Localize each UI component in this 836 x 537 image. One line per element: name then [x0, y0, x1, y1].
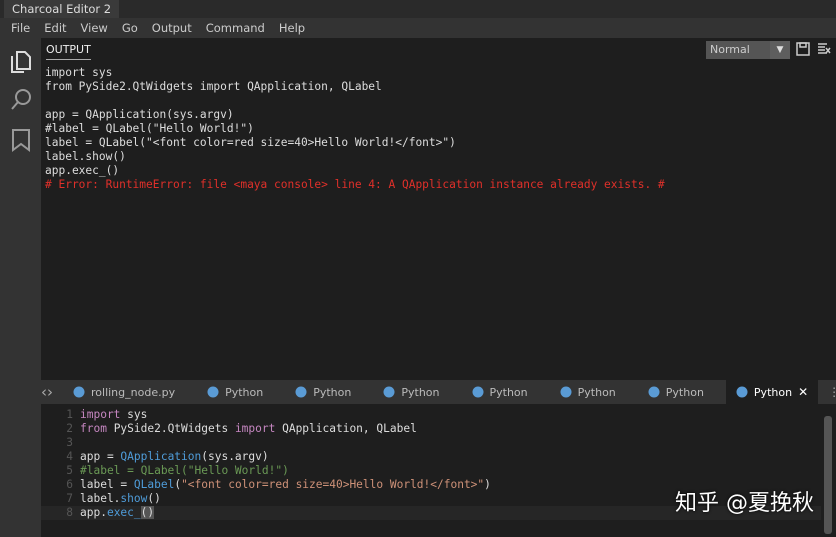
tab-label: Python — [577, 385, 616, 399]
tab-python[interactable]: Python — [285, 380, 361, 404]
tab-python-active[interactable]: Python ✕ — [725, 380, 819, 404]
python-icon — [736, 386, 748, 398]
output-line: label.show() — [45, 150, 126, 163]
code-line: from PySide2.QtWidgets import QApplicati… — [80, 422, 417, 435]
code-line: app = QApplication(sys.argv) — [80, 450, 269, 463]
menu-help[interactable]: Help — [279, 21, 305, 35]
output-line: app.exec_() — [45, 164, 120, 177]
tab-label: rolling_node.py — [91, 385, 176, 399]
error-message: # Error: RuntimeError: file <maya consol… — [45, 178, 665, 191]
tab-python[interactable]: Python — [550, 380, 626, 404]
tab-rolling-node[interactable]: rolling_node.py — [63, 380, 185, 404]
tab-python[interactable]: Python — [197, 380, 273, 404]
tab-python[interactable]: Python — [462, 380, 538, 404]
menu-output[interactable]: Output — [152, 21, 192, 35]
tab-label: Python — [401, 385, 440, 399]
output-line: import sys — [45, 66, 113, 79]
menu-file[interactable]: File — [11, 21, 30, 35]
output-line: app = QApplication(sys.argv) — [45, 108, 234, 121]
output-line: from PySide2.QtWidgets import QApplicati… — [45, 80, 382, 93]
output-tab[interactable]: OUTPUT — [46, 43, 91, 60]
clear-output-icon[interactable] — [817, 42, 831, 56]
python-icon — [295, 386, 307, 398]
tab-label: Python — [665, 385, 704, 399]
output-line: label = QLabel("<font color=red size=40>… — [45, 136, 456, 149]
code-line: app.exec_() — [80, 506, 155, 519]
more-icon[interactable]: ⋮ — [828, 385, 836, 399]
code-line: label = QLabel("<font color=red size=40>… — [80, 478, 491, 491]
python-icon — [207, 386, 219, 398]
python-icon — [73, 386, 85, 398]
chevron-down-icon[interactable]: ▼ — [770, 41, 790, 59]
tab-python[interactable]: Python — [373, 380, 449, 404]
python-icon — [560, 386, 572, 398]
tab-python[interactable]: Python — [638, 380, 714, 404]
output-panel: OUTPUT Normal ▼ import sys from PySide2.Qt… — [41, 38, 836, 380]
window-title: Charcoal Editor 2 — [4, 0, 120, 18]
menu-bar: File Edit View Go Output Command Help — [0, 18, 836, 38]
python-icon — [383, 386, 395, 398]
code-line: label.show() — [80, 492, 161, 505]
editor-code[interactable]: import sys from PySide2.QtWidgets import … — [80, 408, 491, 520]
search-icon[interactable] — [9, 88, 33, 112]
title-bar: Charcoal Editor 2 — [0, 0, 836, 18]
code-line: import sys — [80, 408, 148, 421]
save-icon[interactable] — [796, 42, 810, 56]
menu-edit[interactable]: Edit — [44, 21, 66, 35]
tab-label: Python — [753, 385, 793, 399]
code-line: #label = QLabel("Hello World!") — [80, 464, 289, 477]
editor-tab-bar: ‹ › rolling_node.py Python Python Python… — [41, 380, 836, 404]
mode-select[interactable]: Normal ▼ — [706, 41, 790, 59]
scrollbar[interactable] — [824, 416, 832, 534]
python-icon — [648, 386, 660, 398]
tab-label: Python — [225, 385, 264, 399]
watermark: 知乎 @夏挽秋 — [675, 491, 814, 516]
output-text: import sys from PySide2.QtWidgets import … — [45, 66, 665, 192]
mode-value: Normal — [710, 43, 750, 56]
close-icon[interactable]: ✕ — [798, 385, 808, 399]
line-numbers: 12345678 — [66, 408, 73, 519]
output-line: #label = QLabel("Hello World!") — [45, 122, 254, 135]
activity-bar — [0, 38, 41, 537]
chevron-right-icon[interactable]: › — [47, 383, 53, 401]
menu-go[interactable]: Go — [122, 21, 138, 35]
code-editor[interactable]: 12345678 import sys from PySide2.QtWidget… — [41, 404, 836, 537]
menu-view[interactable]: View — [81, 21, 108, 35]
python-icon — [472, 386, 484, 398]
tab-label: Python — [313, 385, 352, 399]
tab-label: Python — [489, 385, 528, 399]
files-icon[interactable] — [9, 50, 33, 74]
bookmark-icon[interactable] — [9, 128, 33, 152]
menu-command[interactable]: Command — [206, 21, 265, 35]
